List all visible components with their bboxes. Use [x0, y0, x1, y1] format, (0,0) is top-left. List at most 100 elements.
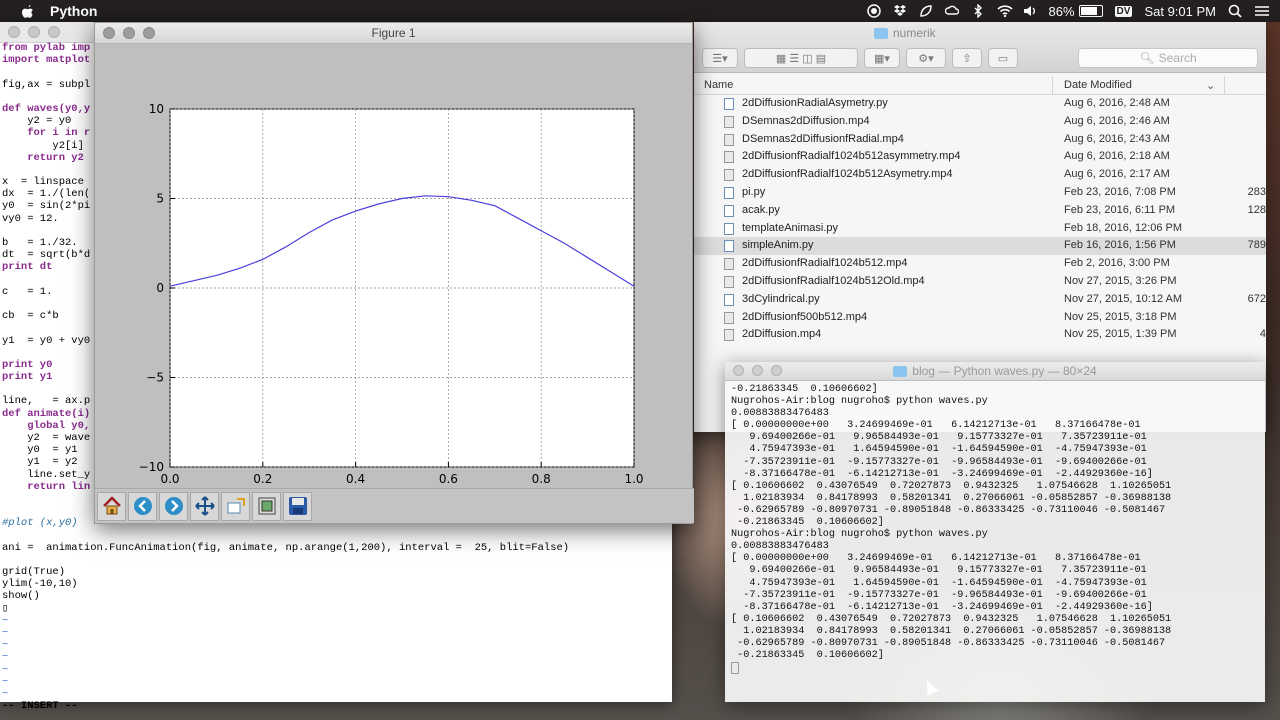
arrange-menu-icon[interactable]: ☰▾ — [702, 48, 738, 68]
python-file-icon — [724, 204, 734, 217]
file-name: acak.py — [742, 203, 780, 216]
terminal-line: Nugrohos-Air:blog nugroho$ python waves.… — [731, 529, 988, 541]
record-icon[interactable] — [866, 4, 881, 18]
x-tick-label: 0.4 — [346, 472, 365, 486]
wave-plot[interactable]: 0.0 0.2 0.4 0.6 0.8 1.0 10 5 0 −5 −10 — [95, 44, 692, 488]
file-row[interactable]: 2dDiffusionfRadialf1024b512asymmetry.mp4… — [694, 148, 1266, 166]
file-row[interactable]: DSemnas2dDiffusion.mp4 Aug 6, 2016, 2:46 … — [694, 113, 1266, 131]
terminal-line: -7.35723911e-01 -9.15773327e-01 -9.96584… — [731, 456, 1147, 468]
dropbox-icon[interactable] — [893, 4, 907, 18]
file-row[interactable]: 2dDiffusionf500b512.mp4 Nov 25, 2015, 3:1… — [694, 309, 1266, 327]
minimize-window-button[interactable] — [28, 26, 40, 38]
y-tick-label: 0 — [156, 281, 164, 295]
app-menu-python[interactable]: Python — [50, 3, 97, 19]
wifi-icon[interactable] — [996, 4, 1013, 18]
python-file-icon — [724, 293, 734, 306]
figure-titlebar[interactable]: Figure 1 — [95, 23, 692, 44]
column-date-header[interactable]: Date Modified — [1064, 79, 1132, 91]
vim-code-line — [2, 530, 569, 542]
save-disk-icon[interactable] — [283, 491, 312, 521]
tag-icon[interactable]: ▭ — [988, 48, 1018, 68]
x-tick-label: 1.0 — [624, 472, 643, 486]
file-row[interactable]: DSemnas2dDiffusionfRadial.mp4 Aug 6, 2016… — [694, 131, 1266, 149]
column-name-header[interactable]: Name — [704, 79, 733, 91]
terminal-line: [ 0.10606602 0.43076549 0.72027873 0.943… — [731, 480, 1172, 492]
sort-chevron-icon[interactable]: ⌄ — [1206, 79, 1215, 92]
terminal-titlebar[interactable]: blog — Python waves.py — 80×24 — [725, 362, 1265, 381]
x-tick-label: 0.2 — [253, 472, 272, 486]
file-date: Feb 23, 2016, 6:11 PM — [1064, 203, 1176, 216]
finder-search-field[interactable]: 🔍︎ Search — [1078, 48, 1258, 68]
vim-code-line: grid(True) — [2, 566, 66, 579]
video-file-icon — [724, 329, 734, 342]
notification-center-icon[interactable] — [1254, 4, 1269, 18]
file-row[interactable]: 2dDiffusionfRadialf1024b512Old.mp4 Nov 27… — [694, 273, 1266, 291]
file-name: 2dDiffusionRadialAsymetry.py — [742, 97, 888, 109]
terminal-line: [ 0.10606602 0.43076549 0.72027873 0.943… — [731, 613, 1172, 625]
vim-code-line: show() — [2, 590, 40, 603]
file-size: 4 — [1259, 328, 1266, 341]
forward-arrow-icon[interactable] — [159, 491, 188, 521]
gear-icon[interactable]: ⚙▾ — [906, 48, 946, 68]
file-row[interactable]: 2dDiffusionfRadialf1024b512.mp4 Feb 2, 20… — [694, 255, 1266, 273]
menu-bar: Python 86% DV Sat 9:01 PM — [0, 0, 1280, 22]
file-date: Aug 6, 2016, 2:48 AM — [1064, 97, 1170, 109]
file-row[interactable]: templateAnimasi.py Feb 18, 2016, 12:06 PM — [694, 220, 1266, 238]
y-tick-label: −5 — [146, 371, 164, 385]
finder-titlebar[interactable]: numerik ☰▾ ▦ ☰ ◫ ▤ ▦▾ ⚙▾ ⇧ ▭ 🔍︎ Search — [694, 22, 1266, 73]
finder-title-text: numerik — [893, 26, 936, 40]
pan-move-icon[interactable] — [190, 491, 219, 521]
file-size: 789 — [1247, 239, 1266, 252]
file-size: 128 — [1247, 203, 1266, 216]
file-row[interactable]: simpleAnim.py Feb 16, 2016, 1:56 PM 789 — [694, 237, 1266, 256]
file-date: Aug 6, 2016, 2:17 AM — [1064, 168, 1170, 181]
zoom-window-button[interactable] — [48, 26, 60, 38]
leaf-icon[interactable] — [919, 4, 933, 18]
file-row[interactable]: pi.py Feb 23, 2016, 7:08 PM 283 — [694, 184, 1266, 202]
view-mode-buttons[interactable]: ▦ ☰ ◫ ▤ — [744, 48, 858, 68]
file-date: Aug 6, 2016, 2:18 AM — [1064, 150, 1170, 163]
close-window-button[interactable] — [8, 26, 20, 38]
file-size: 672 — [1247, 292, 1266, 305]
file-name: pi.py — [742, 185, 766, 198]
file-name: 2dDiffusionfRadialf1024b512Old.mp4 — [742, 274, 925, 287]
cloud-sync-icon[interactable] — [944, 4, 959, 18]
group-menu-icon[interactable]: ▦▾ — [864, 48, 900, 68]
file-date: Aug 6, 2016, 2:43 AM — [1064, 132, 1170, 145]
file-name: 2dDiffusionf500b512.mp4 — [742, 310, 868, 323]
share-icon[interactable]: ⇧ — [952, 48, 982, 68]
terminal-output[interactable]: -0.21863345 0.10606602] Nugrohos-Air:blog… — [731, 384, 1171, 676]
file-row[interactable]: 2dDiffusion.mp4 Nov 25, 2015, 1:39 PM 4 — [694, 326, 1266, 344]
file-row[interactable]: 2dDiffusionRadialAsymetry.py Aug 6, 2016,… — [694, 95, 1266, 113]
spotlight-search-icon[interactable] — [1228, 4, 1242, 18]
file-row[interactable]: 2dDiffusionfRadialf1024b512Asymetry.mp4 A… — [694, 166, 1266, 184]
finder-file-list: 2dDiffusionRadialAsymetry.py Aug 6, 2016,… — [694, 95, 1266, 344]
home-icon[interactable] — [97, 491, 126, 521]
matplotlib-figure-window: Figure 1 0.0 0.2 0.4 0.6 0.8 1.0 10 5 0 −5 −10 — [94, 22, 694, 524]
terminal-line: Nugrohos-Air:blog nugroho$ python waves.… — [731, 396, 988, 408]
zoom-icon[interactable] — [221, 491, 250, 521]
terminal-line: 1.02183934 0.84178993 0.58201341 0.27066… — [731, 625, 1172, 637]
battery-icon — [1078, 5, 1103, 17]
configure-subplots-icon[interactable] — [252, 491, 281, 521]
terminal-line: -0.21863345 0.10606602] — [731, 650, 884, 662]
finder-column-header: Name Date Modified ⌄ — [694, 76, 1266, 95]
volume-icon[interactable] — [1023, 4, 1037, 18]
file-row[interactable]: acak.py Feb 23, 2016, 6:11 PM 128 — [694, 202, 1266, 220]
clock[interactable]: Sat 9:01 PM — [1144, 4, 1216, 19]
bluetooth-icon[interactable] — [971, 3, 985, 19]
vim-code-line — [2, 554, 569, 566]
status-menus: 86% DV Sat 9:01 PM — [866, 0, 1280, 22]
back-arrow-icon[interactable] — [128, 491, 157, 521]
terminal-line: 0.00883883476483 — [731, 541, 829, 553]
file-name: 2dDiffusionfRadialf1024b512asymmetry.mp4 — [742, 150, 961, 163]
file-row[interactable]: 3dCylindrical.py Nov 27, 2015, 10:12 AM 67… — [694, 291, 1266, 309]
vim-code-line: ~ — [2, 639, 9, 652]
input-source-badge[interactable]: DV — [1114, 5, 1133, 17]
apple-menu-icon[interactable] — [18, 4, 36, 19]
python-file-icon — [724, 186, 734, 199]
python-file-icon — [724, 240, 734, 253]
finder-title: numerik — [874, 26, 936, 40]
file-name: 2dDiffusionfRadialf1024b512Asymetry.mp4 — [742, 168, 953, 181]
battery-status[interactable]: 86% — [1049, 4, 1103, 19]
